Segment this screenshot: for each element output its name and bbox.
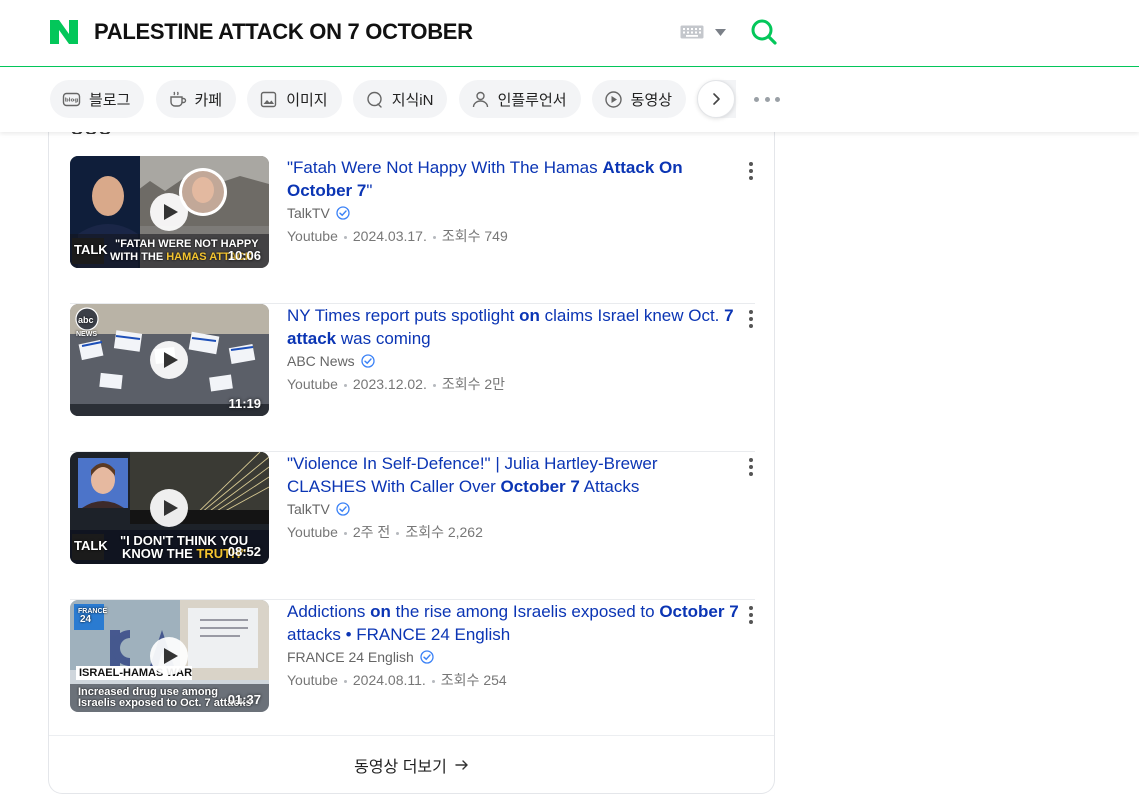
channel-watermark: 24: [80, 614, 92, 625]
search-button[interactable]: [750, 18, 778, 46]
channel-name[interactable]: TalkTV: [287, 501, 350, 517]
dot: [754, 96, 759, 102]
play-button[interactable]: [150, 341, 188, 379]
tab-video[interactable]: 동영상: [591, 80, 687, 118]
tab-image[interactable]: 이미지: [247, 80, 342, 118]
video-thumbnail[interactable]: abc NEWS 11:19: [70, 304, 269, 416]
search-icon: [751, 19, 777, 45]
play-icon: [163, 648, 178, 664]
play-circle-icon: [604, 90, 622, 108]
kebab-menu-icon[interactable]: [746, 310, 756, 328]
search-query[interactable]: PALESTINE ATTACK ON 7 OCTOBER: [94, 16, 473, 48]
tab-cafe[interactable]: 카페: [155, 80, 237, 118]
tab-list: blog 블로그 카페 이미지 지식iN 인플루언서 동영상 쇼핑: [50, 80, 736, 118]
verified-icon: [336, 206, 350, 220]
tabs-next-button[interactable]: [697, 80, 735, 118]
channel-watermark: NEWS: [76, 331, 97, 338]
tab-label: 이미지: [286, 91, 328, 109]
search-header: PALESTINE ATTACK ON 7 OCTOBER: [0, 0, 1139, 67]
video-item: TALK "FATAH WERE NOT HAPPY WITH THE HAMA…: [70, 156, 755, 304]
kebab-menu-icon[interactable]: [746, 458, 756, 476]
play-button[interactable]: [150, 489, 188, 527]
video-title[interactable]: Addictions on the rise among Israelis ex…: [287, 600, 739, 646]
keyboard-icon[interactable]: [680, 25, 704, 39]
thumbnail-caption: Israelis exposed to Oct. 7 attacks: [78, 697, 252, 709]
video-title[interactable]: "Violence In Self-Defence!" | Julia Hart…: [287, 452, 739, 498]
tab-label: 인플루언서: [497, 91, 567, 109]
play-icon: [163, 204, 178, 220]
channel-watermark: TALK: [74, 538, 108, 553]
tab-kin[interactable]: 지식iN: [352, 80, 448, 118]
video-item: abc NEWS 11:19 NY Times report puts spot…: [70, 304, 755, 452]
dot: [764, 96, 770, 102]
video-thumbnail[interactable]: TALK "I DON'T THINK YOU KNOW THE TRUTH" …: [70, 452, 269, 564]
video-meta: Youtube 2024.08.11. 조회수 254: [287, 672, 507, 688]
tab-label: 동영상: [630, 91, 673, 109]
channel-name[interactable]: ABC News: [287, 353, 375, 369]
speech-bubble-icon: [367, 91, 382, 108]
more-videos-button[interactable]: 동영상 더보기: [49, 735, 774, 793]
chevron-down-icon[interactable]: [715, 29, 726, 36]
svg-text:blog: blog: [65, 97, 79, 103]
channel-watermark: TALK: [74, 242, 108, 257]
video-title[interactable]: NY Times report puts spotlight on claims…: [287, 304, 739, 350]
video-duration: 01:37: [227, 692, 261, 707]
blog-icon: blog: [62, 92, 81, 106]
more-options-button[interactable]: [754, 90, 780, 108]
video-duration: 08:52: [227, 544, 261, 559]
tab-label: 블로그: [89, 91, 131, 109]
video-thumbnail[interactable]: FRANCE 24 ISRAEL-HAMAS WAR Increased dru…: [70, 600, 269, 712]
play-icon: [163, 500, 178, 516]
channel-name[interactable]: TalkTV: [287, 205, 350, 221]
video-title[interactable]: "Fatah Were Not Happy With The Hamas Att…: [287, 156, 739, 202]
chevron-right-icon: [713, 93, 720, 105]
tab-label: 카페: [194, 91, 223, 109]
video-meta: Youtube 2023.12.02. 조회수 2만: [287, 376, 506, 392]
tab-label: 지식iN: [391, 91, 434, 109]
video-thumbnail[interactable]: TALK "FATAH WERE NOT HAPPY WITH THE HAMA…: [70, 156, 269, 268]
tab-blog[interactable]: blog 블로그: [50, 80, 145, 118]
video-duration: 11:19: [228, 396, 261, 411]
verified-icon: [336, 502, 350, 516]
kebab-menu-icon[interactable]: [746, 606, 756, 624]
video-duration: 10:06: [227, 248, 261, 263]
arrow-right-icon: [455, 759, 468, 770]
video-item: TALK "I DON'T THINK YOU KNOW THE TRUTH" …: [70, 452, 755, 600]
video-item: FRANCE 24 ISRAEL-HAMAS WAR Increased dru…: [70, 600, 755, 748]
channel-watermark: abc: [78, 315, 94, 325]
image-icon: [261, 91, 277, 107]
person-icon: [472, 91, 488, 107]
channel-name[interactable]: FRANCE 24 English: [287, 649, 434, 665]
search-tab-bar: blog 블로그 카페 이미지 지식iN 인플루언서 동영상 쇼핑: [0, 68, 1139, 132]
verified-icon: [361, 354, 375, 368]
kebab-menu-icon[interactable]: [746, 162, 756, 180]
dot: [775, 96, 780, 102]
video-meta: Youtube 2주 전 조회수 2,262: [287, 524, 483, 540]
play-button[interactable]: [150, 637, 188, 675]
naver-logo[interactable]: [50, 20, 78, 44]
verified-icon: [420, 650, 434, 664]
cup-icon: [169, 91, 186, 107]
play-icon: [163, 352, 178, 368]
video-results-card: TALK "FATAH WERE NOT HAPPY WITH THE HAMA…: [48, 110, 775, 794]
video-meta: Youtube 2024.03.17. 조회수 749: [287, 228, 508, 244]
tab-influencer[interactable]: 인플루언서: [458, 80, 581, 118]
more-videos-label: 동영상 더보기: [354, 758, 447, 776]
play-button[interactable]: [150, 193, 188, 231]
